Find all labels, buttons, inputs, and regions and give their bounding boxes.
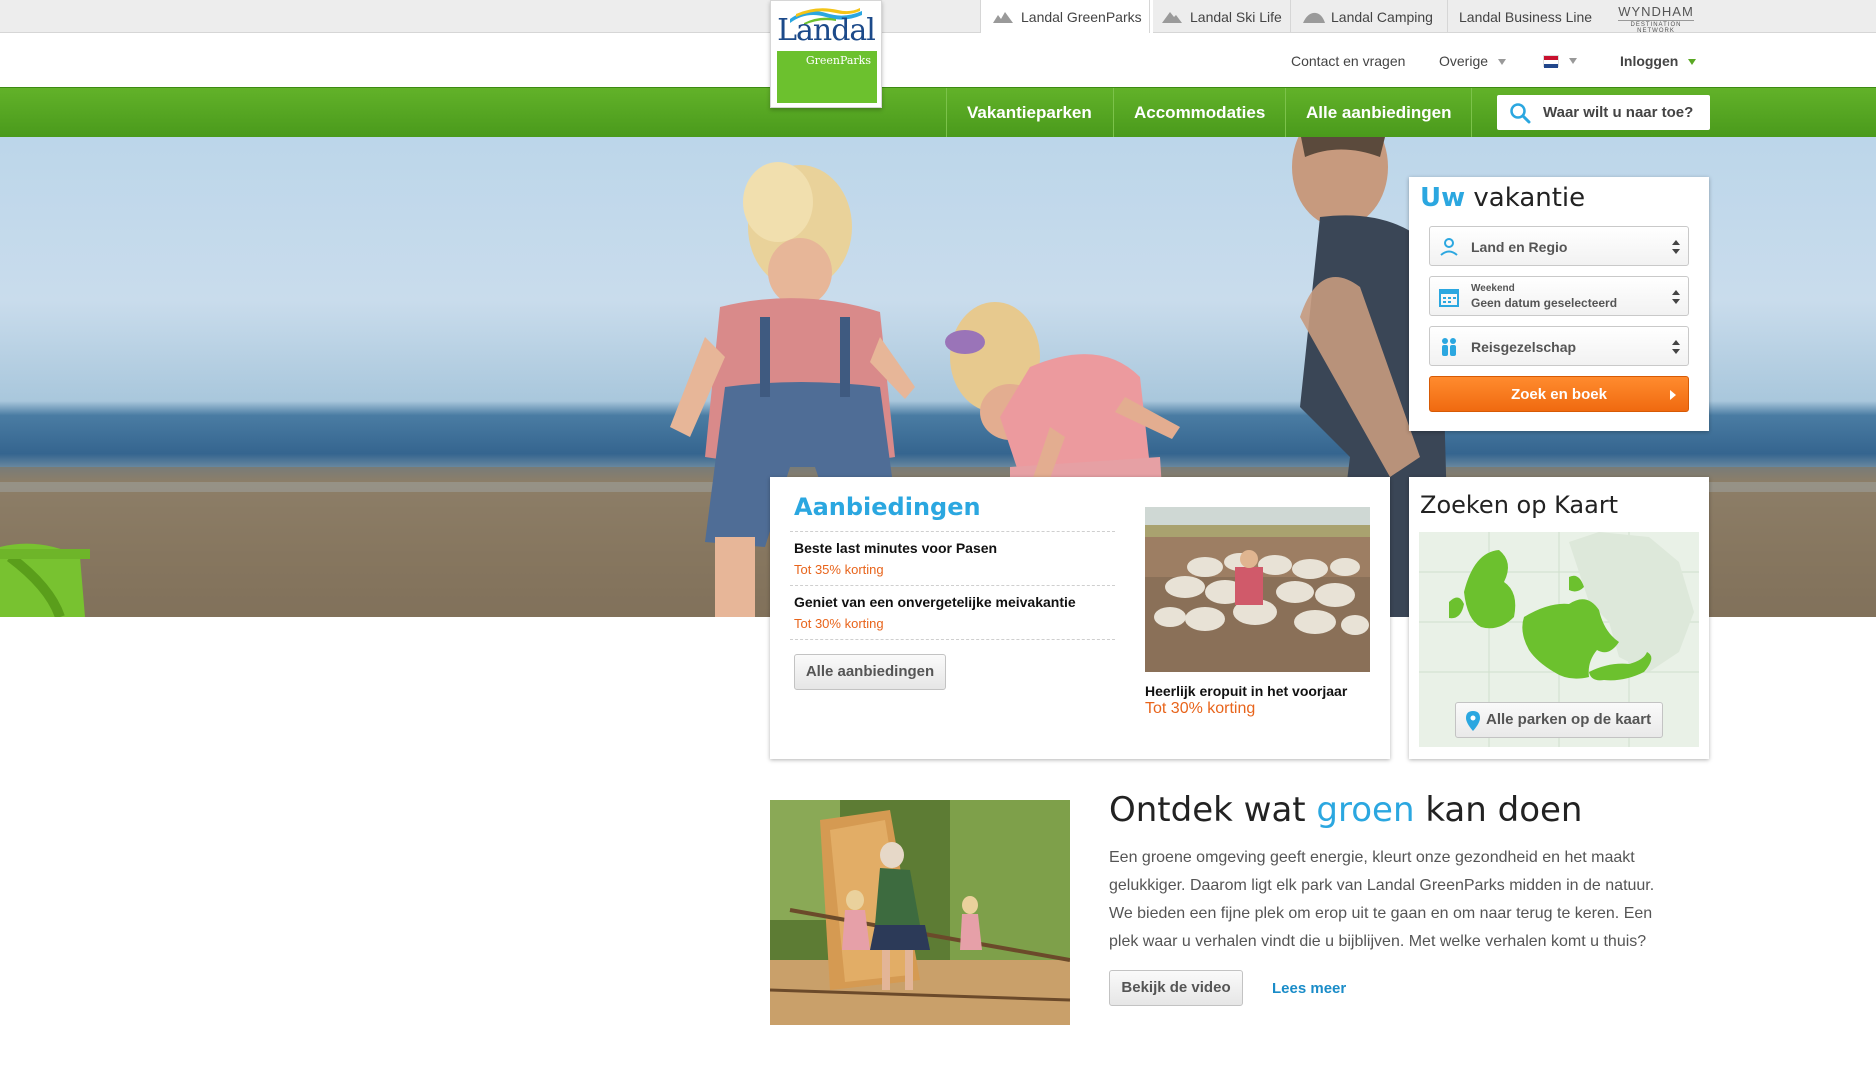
featured-offer-discount: Tot 30% korting [1145,700,1256,717]
mountain-icon [1161,10,1183,24]
select-arrows-icon [1672,290,1680,304]
select-arrows-icon [1672,340,1680,354]
overige-dropdown[interactable]: Overige [1439,53,1507,69]
chevron-down-icon [1688,59,1697,66]
region-select[interactable]: Land en Regio [1429,226,1689,266]
tab-landal-business-line[interactable]: Landal Business Line [1447,0,1603,33]
arrow-right-icon [1670,390,1676,400]
tab-landal-ski-life[interactable]: Landal Ski Life [1149,0,1293,33]
offers-title: Aanbiedingen [794,493,981,521]
vacation-search-panel: Uw vakantie Land en Regio Weekend Geen d… [1409,177,1709,431]
search-and-book-button[interactable]: Zoek en boek [1429,376,1689,412]
menu-vakantieparken[interactable]: Vakantieparken [946,88,1112,137]
offer-item[interactable]: Geniet van een onvergetelijke meivakanti… [790,586,1115,640]
secondary-nav: Contact en vragen Overige Inloggen [0,33,1876,87]
offers-panel: Aanbiedingen Beste last minutes voor Pas… [770,477,1390,759]
landal-logo[interactable]: Landal GreenParks [770,0,882,108]
select-arrows-icon [1672,240,1680,254]
map-title: Zoeken op Kaart [1420,491,1619,519]
all-offers-button[interactable]: Alle aanbiedingen [794,654,946,690]
party-select[interactable]: Reisgezelschap [1429,326,1689,366]
all-parks-map-button[interactable]: Alle parken op de kaart [1455,702,1663,738]
tab-landal-camping[interactable]: Landal Camping [1290,0,1444,33]
main-menu: Vakantieparken Accommodaties Alle aanbie… [0,87,1876,137]
sheep-photo [1145,507,1370,672]
read-more-link[interactable]: Lees meer [1272,980,1346,997]
logo-green-block: GreenParks [777,51,877,103]
section-text: Een groene omgeving geeft energie, kleur… [1109,849,1655,950]
panel-title: Uw vakantie [1420,183,1586,213]
featured-offer-caption[interactable]: Heerlijk eropuit in het voorjaar [1145,683,1347,699]
section-title: Ontdek wat groen kan doen [1109,790,1583,830]
login-dropdown[interactable]: Inloggen [1620,53,1697,69]
greenparks-icon [992,10,1014,24]
offers-list: Beste last minutes voor Pasen Tot 35% ko… [790,531,1115,640]
playground-photo[interactable] [770,800,1070,1025]
calendar-icon [1439,289,1459,307]
watch-video-button[interactable]: Bekijk de video [1109,970,1243,1006]
person-location-icon [1440,238,1458,256]
tab-landal-greenparks[interactable]: Landal GreenParks [980,0,1153,33]
date-select[interactable]: Weekend Geen datum geselecteerd [1429,276,1689,316]
brand-bar: Landal GreenParks Landal Ski Life Landal… [0,0,1876,34]
chevron-down-icon [1498,59,1507,66]
menu-accommodaties[interactable]: Accommodaties [1113,88,1285,137]
page: Landal GreenParks Landal Ski Life Landal… [0,0,1876,1073]
chevron-down-icon [1569,58,1577,65]
dutch-flag-icon [1543,55,1559,69]
people-icon [1442,338,1456,356]
offer-item[interactable]: Beste last minutes voor Pasen Tot 35% ko… [790,532,1115,586]
camping-icon [1302,10,1325,24]
search-icon [1510,102,1531,123]
map-pin-icon [1466,711,1480,731]
map-search-panel: Zoeken op Kaart Alle parken op de kaart [1409,477,1709,759]
language-dropdown[interactable] [1543,52,1577,69]
featured-offer-image[interactable] [1145,507,1370,672]
contact-link[interactable]: Contact en vragen [1291,53,1405,69]
destination-search-button[interactable]: Waar wilt u naar toe? [1497,95,1710,130]
europe-map[interactable]: Alle parken op de kaart [1419,532,1699,747]
wyndham-logo[interactable]: WYNDHAM DESTINATION NETWORK [1612,0,1700,34]
menu-alle-aanbiedingen[interactable]: Alle aanbiedingen [1285,88,1473,137]
playground-illustration [770,800,1070,1025]
